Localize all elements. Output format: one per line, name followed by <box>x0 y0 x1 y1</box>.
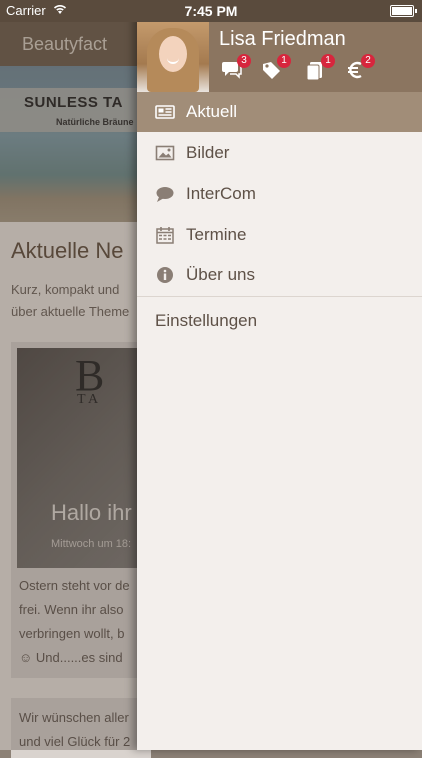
menu-item-termine[interactable]: Termine <box>137 215 422 255</box>
battery-icon <box>390 5 417 17</box>
menu-item-label: Über uns <box>186 265 255 284</box>
avatar-face <box>159 36 187 72</box>
menu-item-bilder[interactable]: Bilder <box>137 133 422 173</box>
user-name[interactable]: Lisa Friedman <box>219 28 346 51</box>
menu-item-aktuell[interactable]: Aktuell <box>137 92 422 132</box>
settings-link[interactable]: Einstellungen <box>155 311 257 331</box>
avatar[interactable] <box>137 22 209 92</box>
euro-badge: 2 <box>361 54 375 68</box>
info-icon <box>155 266 175 284</box>
menu-divider <box>137 296 422 297</box>
menu-item-label: Termine <box>186 225 247 244</box>
menu-item-label: Bilder <box>186 143 230 162</box>
side-drawer: Lisa Friedman 3 1 1 2 Aktuell Bilder Int… <box>137 0 422 750</box>
image-icon <box>155 144 175 162</box>
status-bar: Carrier 7:45 PM <box>0 0 422 22</box>
chat-icon[interactable]: 3 <box>221 54 251 82</box>
newspaper-icon <box>155 103 175 121</box>
cards-badge: 1 <box>321 54 335 68</box>
tag-badge: 1 <box>277 54 291 68</box>
menu-item-label: Aktuell <box>186 102 238 121</box>
tag-icon[interactable]: 1 <box>261 54 291 82</box>
dim-overlay[interactable] <box>0 22 137 750</box>
speech-bubble-icon <box>155 185 175 203</box>
euro-icon[interactable]: 2 <box>345 54 375 82</box>
status-time: 7:45 PM <box>184 3 238 19</box>
chat-badge: 3 <box>237 54 251 68</box>
menu-item-intercom[interactable]: InterCom <box>137 174 422 214</box>
cards-icon[interactable]: 1 <box>305 54 335 82</box>
menu-item-label: InterCom <box>186 184 256 203</box>
menu-item-ueber-uns[interactable]: Über uns <box>137 255 422 295</box>
calendar-icon <box>155 226 175 244</box>
